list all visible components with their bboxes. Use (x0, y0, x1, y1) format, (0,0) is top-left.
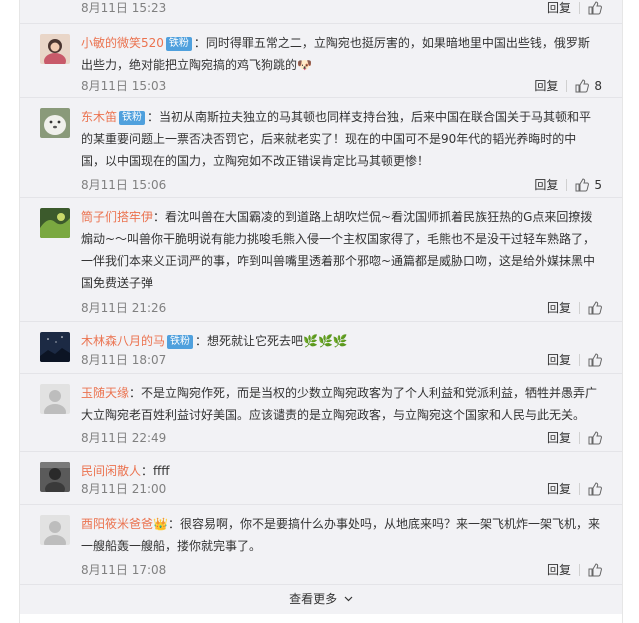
divider (579, 354, 580, 366)
like-count: 5 (594, 178, 602, 192)
leaf-emoji-icon: 🌿🌿🌿 (303, 334, 348, 348)
fan-badge[interactable]: 铁粉 (165, 37, 192, 51)
thumbs-up-icon (588, 1, 602, 15)
like-button[interactable]: 8 (575, 76, 602, 96)
comment-username[interactable]: 民间闲散人 (81, 464, 141, 478)
comment-text: 筒子们搭牢伊：看沈叫兽在大国霸凌的到道路上胡吹烂侃~看沈国师抓着民族狂热的G点来… (81, 206, 600, 294)
thumbs-up-icon (575, 79, 590, 93)
reply-button[interactable]: 回复 (534, 76, 558, 96)
avatar[interactable] (40, 108, 70, 138)
reply-button[interactable]: 回复 (547, 0, 571, 18)
like-button[interactable] (588, 431, 602, 445)
thumbs-up-icon (588, 431, 602, 445)
comment-username[interactable]: 小敏的微笑520 (81, 36, 164, 50)
chevron-down-icon (344, 596, 353, 602)
reply-button[interactable]: 回复 (547, 350, 571, 370)
comment-item: 木林森八月的马 铁粉 ：想死就让它死去吧🌿🌿🌿 8月11日 18:07 回复 (20, 321, 622, 374)
comment-time: 8月11日 15:03 (81, 79, 167, 93)
comment-text: 东木笛 铁粉 ：当初从南斯拉夫独立的马其顿也同样支持台独，后来中国在联合国关于马其顿… (81, 106, 600, 172)
like-button[interactable] (588, 301, 602, 315)
comment-item: 8月11日 15:23 回复 (20, 0, 622, 23)
load-more-label: 查看更多 (289, 592, 338, 606)
divider (566, 179, 568, 191)
load-more-button[interactable]: 查看更多 (20, 584, 622, 614)
comment-username[interactable]: 筒子们搭牢伊 (81, 210, 153, 224)
divider (579, 2, 580, 14)
thumbs-up-icon (588, 353, 602, 367)
comment-time: 8月11日 15:23 (81, 1, 167, 15)
reply-button[interactable]: 回复 (547, 298, 571, 318)
comment-text: 玉随天缘：不是立陶宛作死，而是当权的少数立陶宛政客为了个人利益和党派利益，牺牲并… (81, 382, 600, 426)
comment-username[interactable]: 东木笛 (81, 110, 117, 124)
divider (579, 564, 580, 576)
comment-item: 民间闲散人：ffff 8月11日 21:00 回复 (20, 451, 622, 505)
like-button[interactable] (588, 353, 602, 367)
comment-body: ：想死就让它死去吧 (195, 334, 304, 348)
comment-body: ：不是立陶宛作死，而是当权的少数立陶宛政客为了个人利益和党派利益，牺牲并愚弄广大… (81, 386, 598, 422)
comment-username[interactable]: 木林森八月的马 (81, 334, 165, 348)
avatar[interactable] (40, 384, 70, 414)
like-button[interactable] (588, 1, 602, 15)
reply-button[interactable]: 回复 (547, 560, 571, 580)
fan-badge[interactable]: 铁粉 (119, 111, 146, 125)
comment-username[interactable]: 酉阳筱米爸爸 (81, 517, 153, 531)
comment-text: 小敏的微笑520 铁粉 ：同时得罪五常之二，立陶宛也挺厉害的，如果暗地里中国出些钱，… (81, 32, 600, 76)
comment-text: 木林森八月的马 铁粉 ：想死就让它死去吧🌿🌿🌿 (81, 330, 600, 352)
like-count: 8 (594, 79, 602, 93)
comment-panel: 8月11日 15:23 回复 小敏的微笑520 铁粉 ：同时得罪五常之二，立陶宛也挺… (19, 0, 623, 623)
crown-badge-icon[interactable]: 👑 (153, 517, 168, 531)
reply-button[interactable]: 回复 (534, 175, 558, 195)
comment-item: 小敏的微笑520 铁粉 ：同时得罪五常之二，立陶宛也挺厉害的，如果暗地里中国出些钱，… (20, 23, 622, 98)
thumbs-up-icon (588, 563, 602, 577)
comment-time: 8月11日 17:08 (81, 563, 167, 577)
avatar[interactable] (40, 515, 70, 545)
comment-username[interactable]: 玉随天缘 (81, 386, 129, 400)
comment-body: ：当初从南斯拉夫独立的马其顿也同样支持台独，后来中国在联合国关于马其顿和平的某重… (81, 110, 592, 168)
comment-body: ：看沈叫兽在大国霸凌的到道路上胡吹烂侃~看沈国师抓着民族狂热的G点来回撩拨煽动~… (81, 210, 596, 290)
divider (579, 483, 580, 495)
avatar[interactable] (40, 34, 70, 64)
thumbs-up-icon (588, 301, 602, 315)
comment-time: 8月11日 22:49 (81, 431, 167, 445)
avatar[interactable] (40, 462, 70, 492)
like-button[interactable] (588, 563, 602, 577)
thumbs-up-icon (588, 482, 602, 496)
comment-time: 8月11日 21:00 (81, 482, 167, 496)
reply-button[interactable]: 回复 (547, 479, 571, 499)
comment-text: 酉阳筱米爸爸👑：很容易啊，你不是要搞什么办事处吗，从地底来吗？来一架飞机炸一架飞… (81, 513, 600, 557)
divider (579, 302, 580, 314)
comment-item: 筒子们搭牢伊：看沈叫兽在大国霸凌的到道路上胡吹烂侃~看沈国师抓着民族狂热的G点来… (20, 197, 622, 322)
comment-time: 8月11日 15:06 (81, 178, 167, 192)
divider (566, 80, 568, 92)
avatar[interactable] (40, 208, 70, 238)
comment-time: 8月11日 18:07 (81, 353, 167, 367)
divider (579, 432, 580, 444)
fan-badge[interactable]: 铁粉 (167, 335, 194, 349)
like-button[interactable] (588, 482, 602, 496)
comment-item: 酉阳筱米爸爸👑：很容易啊，你不是要搞什么办事处吗，从地底来吗？来一架飞机炸一架飞… (20, 504, 622, 585)
reply-button[interactable]: 回复 (547, 428, 571, 448)
comment-item: 东木笛 铁粉 ：当初从南斯拉夫独立的马其顿也同样支持台独，后来中国在联合国关于马其顿… (20, 97, 622, 198)
like-button[interactable]: 5 (575, 175, 602, 195)
avatar[interactable] (40, 332, 70, 362)
comment-time: 8月11日 21:26 (81, 301, 167, 315)
comment-body: ：ffff (141, 464, 170, 478)
comment-item: 玉随天缘：不是立陶宛作死，而是当权的少数立陶宛政客为了个人利益和党派利益，牺牲并… (20, 373, 622, 452)
dog-emoji-icon: 🐶 (297, 58, 312, 72)
thumbs-up-icon (575, 178, 590, 192)
